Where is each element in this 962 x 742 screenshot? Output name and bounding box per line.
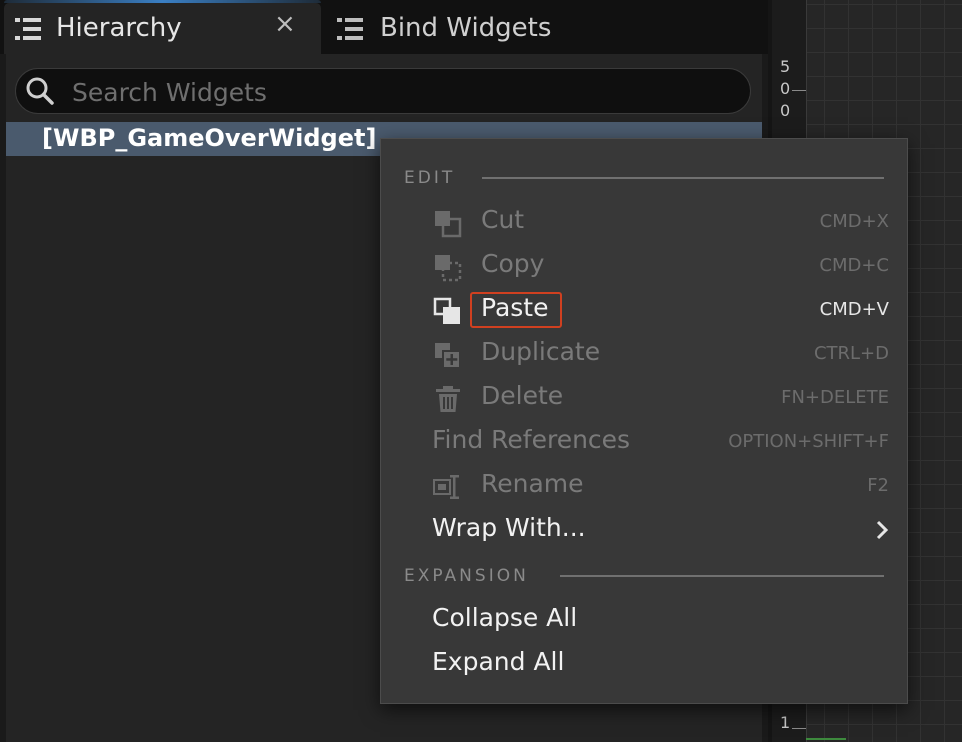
menu-item-label: Copy [481, 249, 545, 278]
context-menu: EDIT Cut CMD+X Copy CMD+C Paste CMD+V Du… [380, 138, 908, 704]
menu-item-find-references[interactable]: Find References OPTION+SHIFT+F [381, 420, 907, 464]
tab-hierarchy-label: Hierarchy [56, 13, 182, 43]
menu-item-shortcut: CTRL+D [813, 343, 889, 364]
tree-row-label: [WBP_GameOverWidget] [42, 124, 377, 152]
menu-item-copy[interactable]: Copy CMD+C [381, 244, 907, 288]
copy-icon [435, 255, 462, 282]
ruler-digit: 0 [780, 79, 791, 98]
menu-item-shortcut: F2 [867, 475, 889, 496]
menu-item-shortcut: CMD+V [819, 299, 889, 320]
ruler-digit: 0 [780, 101, 791, 120]
rename-icon [433, 475, 459, 499]
menu-item-duplicate[interactable]: Duplicate CTRL+D [381, 332, 907, 376]
close-icon[interactable]: × [274, 11, 296, 37]
ruler-tick [792, 728, 806, 729]
tab-bind-widgets[interactable]: Bind Widgets [326, 3, 576, 54]
hierarchy-list-icon [337, 18, 363, 40]
ruler-digit: 1 [780, 713, 791, 732]
section-header-expansion: EXPANSION [404, 566, 529, 586]
tab-hierarchy[interactable]: Hierarchy × [4, 0, 321, 54]
ruler-digit: 5 [780, 57, 791, 76]
trash-icon [436, 386, 460, 412]
hierarchy-list-icon [15, 18, 41, 40]
menu-item-shortcut: CMD+X [819, 211, 889, 232]
menu-item-label: Wrap With... [432, 513, 586, 542]
menu-item-shortcut: OPTION+SHIFT+F [728, 431, 889, 452]
menu-item-expand-all[interactable]: Expand All [381, 642, 907, 686]
section-header-edit: EDIT [404, 168, 456, 188]
paste-icon [433, 297, 460, 324]
search-input[interactable] [70, 73, 734, 111]
menu-item-label: Rename [481, 469, 584, 498]
menu-item-label: Expand All [432, 647, 565, 676]
menu-item-collapse-all[interactable]: Collapse All [381, 598, 907, 642]
menu-item-label: Cut [481, 205, 525, 234]
menu-item-shortcut: CMD+C [819, 255, 889, 276]
section-divider [560, 575, 884, 577]
tab-bind-widgets-label: Bind Widgets [380, 13, 552, 43]
guide-line [806, 738, 846, 740]
tab-bar: Hierarchy × Bind Widgets [0, 0, 768, 54]
ruler-tick [792, 90, 806, 91]
menu-item-delete[interactable]: Delete FN+DELETE [381, 376, 907, 420]
section-divider [482, 177, 884, 179]
menu-item-label: Collapse All [432, 603, 578, 632]
menu-item-label: Duplicate [481, 337, 601, 366]
menu-item-wrap-with[interactable]: Wrap With... [381, 508, 907, 552]
menu-item-label: Find References [432, 425, 631, 454]
paste-highlight-box [470, 292, 562, 328]
menu-item-rename[interactable]: Rename F2 [381, 464, 907, 508]
menu-item-paste[interactable]: Paste CMD+V [381, 288, 907, 332]
chevron-right-icon [876, 520, 889, 540]
menu-item-label: Delete [481, 381, 564, 410]
search-box[interactable] [15, 68, 751, 114]
cut-icon [435, 211, 462, 238]
menu-item-shortcut: FN+DELETE [781, 387, 889, 408]
search-icon [26, 77, 54, 105]
duplicate-icon [435, 343, 461, 369]
menu-item-cut[interactable]: Cut CMD+X [381, 200, 907, 244]
